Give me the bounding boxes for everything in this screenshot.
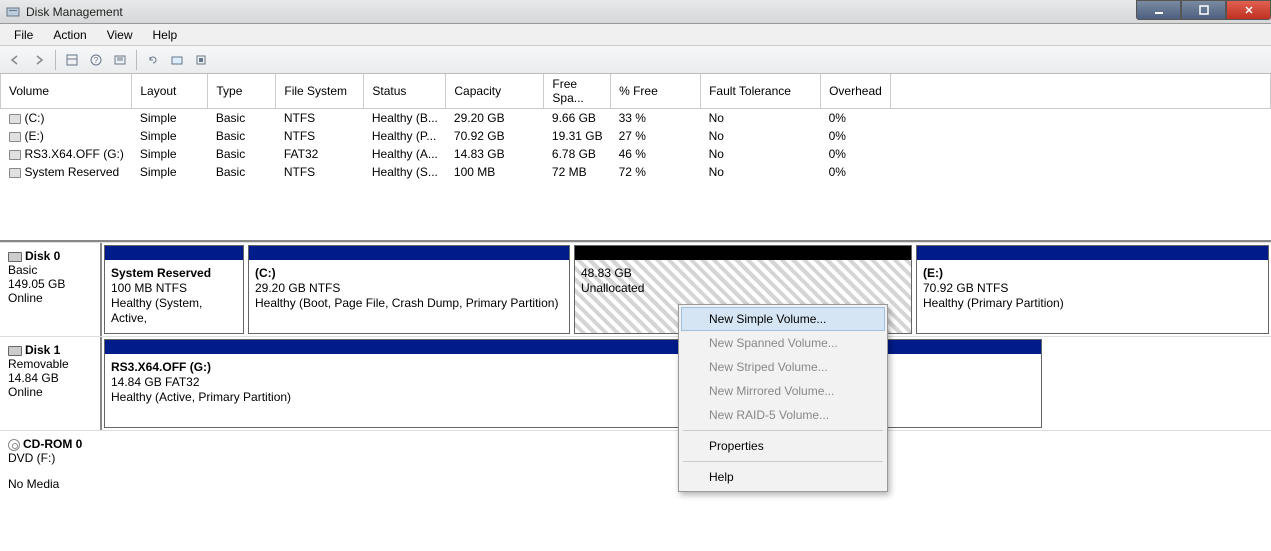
col-filesystem[interactable]: File System: [276, 74, 364, 109]
disk-row-1: Disk 1 Removable 14.84 GB Online RS3.X64…: [0, 336, 1271, 430]
col-status[interactable]: Status: [364, 74, 446, 109]
partition-e[interactable]: (E:) 70.92 GB NTFS Healthy (Primary Part…: [916, 245, 1269, 334]
menu-bar: File Action View Help: [0, 24, 1271, 46]
disk-row-cdrom: CD-ROM 0 DVD (F:) No Media: [0, 430, 1271, 524]
disk-icon: [8, 252, 22, 262]
minimize-button[interactable]: [1136, 0, 1181, 20]
table-row[interactable]: (E:)SimpleBasicNTFSHealthy (P...70.92 GB…: [1, 127, 1271, 145]
col-capacity[interactable]: Capacity: [446, 74, 544, 109]
toolbar-icon-1[interactable]: [61, 49, 83, 71]
col-freespace[interactable]: Free Spa...: [544, 74, 611, 109]
col-ft[interactable]: Fault Tolerance: [701, 74, 821, 109]
context-menu-separator: [683, 430, 883, 431]
toolbar-separator: [55, 50, 56, 70]
col-overhead[interactable]: Overhead: [821, 74, 891, 109]
volume-table: Volume Layout Type File System Status Ca…: [0, 74, 1271, 181]
partition-system-reserved[interactable]: System Reserved 100 MB NTFS Healthy (Sys…: [104, 245, 244, 334]
volume-icon: [9, 168, 21, 178]
app-icon: [6, 5, 20, 19]
volume-icon: [9, 132, 21, 142]
back-button[interactable]: [4, 49, 26, 71]
disk-graphical-view: Disk 0 Basic 149.05 GB Online System Res…: [0, 242, 1271, 524]
help-icon[interactable]: ?: [85, 49, 107, 71]
col-spacer: [891, 74, 1271, 109]
context-menu-separator: [683, 461, 883, 462]
partition-g[interactable]: RS3.X64.OFF (G:) 14.84 GB FAT32 Healthy …: [104, 339, 1042, 428]
context-menu-item[interactable]: New Simple Volume...: [681, 307, 885, 331]
forward-button[interactable]: [28, 49, 50, 71]
cdrom-label[interactable]: CD-ROM 0 DVD (F:) No Media: [0, 431, 102, 524]
col-type[interactable]: Type: [208, 74, 276, 109]
toolbar-icon-3[interactable]: [166, 49, 188, 71]
close-button[interactable]: [1226, 0, 1271, 20]
toolbar: ?: [0, 46, 1271, 74]
disk0-label[interactable]: Disk 0 Basic 149.05 GB Online: [0, 243, 102, 336]
menu-action[interactable]: Action: [43, 25, 96, 45]
volume-list: Volume Layout Type File System Status Ca…: [0, 74, 1271, 242]
svg-text:?: ?: [94, 56, 99, 65]
menu-file[interactable]: File: [4, 25, 43, 45]
context-menu-item: New Mirrored Volume...: [681, 379, 885, 403]
col-volume[interactable]: Volume: [1, 74, 132, 109]
toolbar-icon-4[interactable]: [190, 49, 212, 71]
disk-row-0: Disk 0 Basic 149.05 GB Online System Res…: [0, 242, 1271, 336]
context-menu-item: New Spanned Volume...: [681, 331, 885, 355]
col-layout[interactable]: Layout: [132, 74, 208, 109]
context-menu-item: New Striped Volume...: [681, 355, 885, 379]
context-menu-item[interactable]: Help: [681, 465, 885, 489]
window-buttons: [1136, 0, 1271, 20]
menu-view[interactable]: View: [97, 25, 143, 45]
toolbar-icon-2[interactable]: [109, 49, 131, 71]
context-menu-item: New RAID-5 Volume...: [681, 403, 885, 427]
context-menu: New Simple Volume...New Spanned Volume..…: [678, 304, 888, 492]
partition-c[interactable]: (C:) 29.20 GB NTFS Healthy (Boot, Page F…: [248, 245, 570, 334]
table-header-row: Volume Layout Type File System Status Ca…: [1, 74, 1271, 109]
refresh-icon[interactable]: [142, 49, 164, 71]
table-row[interactable]: System ReservedSimpleBasicNTFSHealthy (S…: [1, 163, 1271, 181]
disk-icon: [8, 346, 22, 356]
window-title: Disk Management: [26, 5, 123, 19]
toolbar-separator: [136, 50, 137, 70]
table-row[interactable]: RS3.X64.OFF (G:)SimpleBasicFAT32Healthy …: [1, 145, 1271, 163]
volume-icon: [9, 114, 21, 124]
menu-help[interactable]: Help: [143, 25, 188, 45]
title-bar: Disk Management: [0, 0, 1271, 24]
context-menu-item[interactable]: Properties: [681, 434, 885, 458]
table-row[interactable]: (C:)SimpleBasicNTFSHealthy (B...29.20 GB…: [1, 109, 1271, 128]
cd-icon: [8, 439, 20, 451]
volume-icon: [9, 150, 21, 160]
disk1-label[interactable]: Disk 1 Removable 14.84 GB Online: [0, 337, 102, 430]
col-pfree[interactable]: % Free: [611, 74, 701, 109]
maximize-button[interactable]: [1181, 0, 1226, 20]
